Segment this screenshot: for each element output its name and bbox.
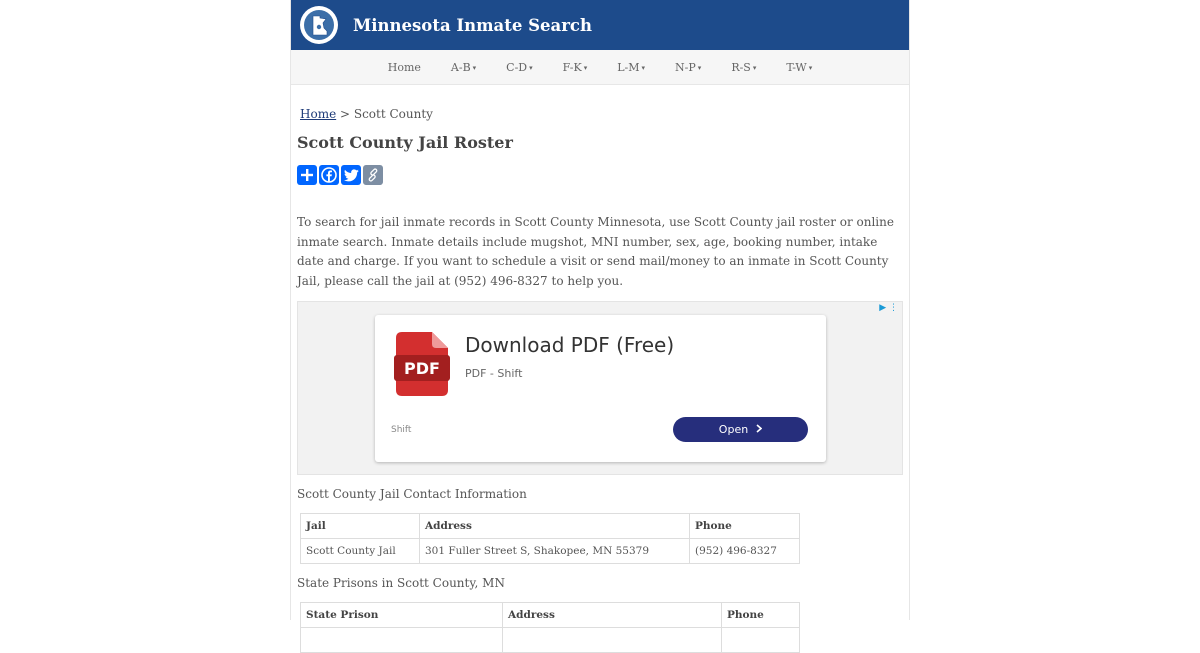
share-plus-icon[interactable] <box>297 165 317 185</box>
nav-item-home[interactable]: Home <box>388 61 421 74</box>
contact-table: Jail Address Phone Scott County Jail 301… <box>300 513 800 564</box>
contact-section-title: Scott County Jail Contact Information <box>297 487 527 501</box>
table-header: Phone <box>689 513 800 539</box>
caret-down-icon: ▾ <box>641 63 646 72</box>
ad-choices-icon[interactable]: ▶ ⋮ <box>879 303 898 313</box>
table-header: Address <box>502 602 722 628</box>
caret-down-icon: ▾ <box>752 63 757 72</box>
breadcrumb-separator: > <box>336 107 354 121</box>
site-logo[interactable] <box>300 6 338 44</box>
ad-open-label: Open <box>718 423 749 436</box>
prisons-table: State Prison Address Phone <box>300 602 800 653</box>
table-header: State Prison <box>300 602 503 628</box>
intro-paragraph: To search for jail inmate records in Sco… <box>297 215 894 288</box>
breadcrumb: Home > Scott County <box>297 107 903 121</box>
caret-down-icon: ▾ <box>808 63 813 72</box>
nav-item-r-s[interactable]: R-S ▾ <box>731 61 756 74</box>
page-title: Scott County Jail Roster <box>297 133 513 152</box>
ad-open-button[interactable]: Open <box>673 417 808 442</box>
ad-card[interactable]: PDF Download PDF (Free) PDF - Shift Shif… <box>375 315 826 462</box>
nav-item-label: Home <box>387 60 421 74</box>
main-nav: Home A-B ▾ C-D ▾ F-K ▾ L-M ▾ N-P ▾ R-S ▾ T-W ▾ <box>291 50 909 85</box>
ad-subline: PDF - Shift <box>465 367 523 380</box>
nav-item-label: L-M <box>617 60 640 74</box>
caret-down-icon: ▾ <box>472 63 477 72</box>
nav-item-a-b[interactable]: A-B ▾ <box>451 61 476 74</box>
nav-item-label: C-D <box>506 60 528 74</box>
ad-headline[interactable]: Download PDF (Free) <box>465 333 674 357</box>
table-header: Address <box>419 513 690 539</box>
site-title[interactable]: Minnesota Inmate Search <box>353 16 592 35</box>
table-row <box>300 627 800 653</box>
breadcrumb-current: Scott County <box>353 107 433 121</box>
prisons-section-title: State Prisons in Scott County, MN <box>297 576 505 590</box>
nav-item-n-p[interactable]: N-P ▾ <box>675 61 701 74</box>
nav-item-l-m[interactable]: L-M ▾ <box>617 61 645 74</box>
nav-item-label: F-K <box>562 60 582 74</box>
pdf-file-icon: PDF <box>394 332 450 400</box>
nav-item-label: R-S <box>731 60 751 74</box>
nav-item-label: N-P <box>675 60 696 74</box>
caret-down-icon: ▾ <box>583 63 588 72</box>
twitter-icon[interactable] <box>341 165 361 185</box>
minnesota-map-icon <box>304 10 334 40</box>
table-header: Phone <box>721 602 800 628</box>
site-header: Minnesota Inmate Search <box>291 0 909 50</box>
table-cell <box>502 627 722 653</box>
page-container: Minnesota Inmate Search Home A-B ▾ C-D ▾ F-K ▾… <box>290 0 910 653</box>
table-cell <box>721 627 800 653</box>
table-row: Scott County Jail 301 Fuller Street S, S… <box>300 538 800 564</box>
table-cell: 301 Fuller Street S, Shakopee, MN 55379 <box>419 538 690 564</box>
nav-item-f-k[interactable]: F-K ▾ <box>563 61 588 74</box>
chevron-right-icon <box>756 423 763 436</box>
table-header-row: Jail Address Phone <box>300 513 800 539</box>
pdf-icon-label: PDF <box>404 359 440 378</box>
nav-item-label: A-B <box>450 60 471 74</box>
table-cell: Scott County Jail <box>300 538 420 564</box>
main-content: Home > Scott County Scott County Jail Ro… <box>291 107 909 653</box>
caret-down-icon: ▾ <box>697 63 702 72</box>
nav-item-c-d[interactable]: C-D ▾ <box>506 61 532 74</box>
facebook-icon[interactable] <box>319 165 339 185</box>
share-bar <box>297 165 903 185</box>
nav-item-t-w[interactable]: T-W ▾ <box>786 61 812 74</box>
breadcrumb-home-link[interactable]: Home <box>300 107 336 121</box>
table-header-row: State Prison Address Phone <box>300 602 800 628</box>
caret-down-icon: ▾ <box>529 63 533 72</box>
table-cell: (952) 496-8327 <box>689 538 800 564</box>
nav-item-label: T-W <box>786 60 807 74</box>
table-header: Jail <box>300 513 420 539</box>
advertisement[interactable]: ▶ ⋮ PDF Download PDF (Free) PDF - Shift … <box>297 301 903 475</box>
copy-link-icon[interactable] <box>363 165 383 185</box>
ad-brand: Shift <box>391 425 412 435</box>
table-cell <box>300 627 503 653</box>
